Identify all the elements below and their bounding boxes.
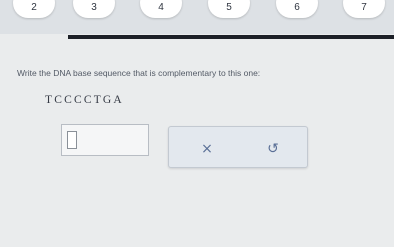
progress-bar: 2 3 4 5 6 7 — [0, 0, 394, 34]
step-label: 6 — [294, 2, 300, 13]
step-label: 2 — [31, 2, 37, 13]
answer-input[interactable] — [67, 131, 77, 149]
step-6[interactable]: 6 — [276, 0, 318, 18]
step-3[interactable]: 3 — [73, 0, 115, 18]
action-panel: × ↺ — [168, 126, 308, 168]
divider — [68, 35, 394, 39]
step-5[interactable]: 5 — [208, 0, 250, 18]
step-7[interactable]: 7 — [343, 0, 385, 18]
x-icon: × — [201, 141, 213, 157]
undo-button[interactable]: ↺ — [261, 137, 285, 161]
step-4[interactable]: 4 — [140, 0, 182, 18]
step-label: 5 — [226, 2, 232, 13]
clear-button[interactable]: × — [195, 137, 219, 161]
undo-icon: ↺ — [267, 141, 279, 157]
sequence-text: TCCCCTGA — [45, 94, 124, 106]
answer-box[interactable] — [61, 124, 149, 156]
question-prompt: Write the DNA base sequence that is comp… — [17, 68, 261, 78]
step-label: 4 — [158, 2, 164, 13]
dna-sequence: TCCCCTGA — [45, 94, 124, 106]
step-label: 7 — [361, 2, 367, 13]
step-label: 3 — [91, 2, 97, 13]
step-2[interactable]: 2 — [13, 0, 55, 18]
